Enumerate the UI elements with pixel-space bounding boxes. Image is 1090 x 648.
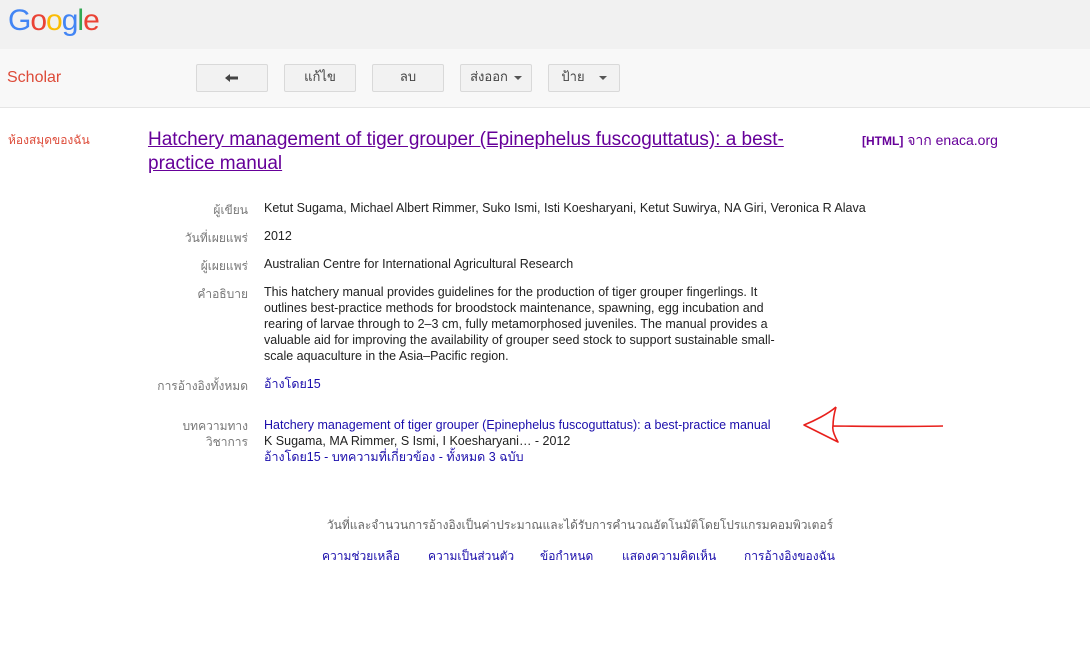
- source-format: [HTML]: [862, 134, 904, 148]
- chevron-down-icon: [598, 75, 607, 80]
- authors-value: Ketut Sugama, Michael Albert Rimmer, Suk…: [264, 201, 866, 215]
- scholar-article-links: อ้างโดย15 - บทความที่เกี่ยวข้อง - ทั้งหม…: [264, 449, 771, 465]
- cited-by-link[interactable]: อ้างโดย15: [264, 376, 321, 392]
- separator: -: [435, 450, 447, 464]
- separator: -: [320, 450, 332, 464]
- scholar-articles-label: บทความทาง วิชาการ: [148, 418, 248, 450]
- privacy-link[interactable]: ความเป็นส่วนตัว: [428, 547, 514, 566]
- my-library-link[interactable]: ห้องสมุดของฉัน: [8, 131, 90, 150]
- my-citations-link[interactable]: การอ้างอิงของฉัน: [744, 547, 835, 566]
- delete-button[interactable]: ลบ: [372, 64, 444, 92]
- export-button[interactable]: ส่งออก: [460, 64, 532, 92]
- logo-letter: o: [46, 4, 63, 37]
- description-value: This hatchery manual provides guidelines…: [264, 285, 775, 363]
- footer-note: วันที่และจำนวนการอ้างอิงเป็นค่าประมาณและ…: [326, 518, 834, 532]
- related-articles-link[interactable]: บทความที่เกี่ยวข้อง: [332, 450, 435, 464]
- publisher-label: ผู้เผยแพร่: [200, 259, 248, 273]
- delete-label: ลบ: [399, 70, 417, 85]
- logo-letter: e: [83, 4, 100, 37]
- red-hand-drawn-arrow-icon: [803, 406, 944, 443]
- scholar-cited-by-link[interactable]: อ้างโดย15: [264, 450, 321, 464]
- label-label: ป้าย: [561, 70, 585, 85]
- scholar-article-entry: Hatchery management of tiger grouper (Ep…: [264, 417, 771, 465]
- terms-link[interactable]: ข้อกำหนด: [540, 547, 593, 566]
- back-button[interactable]: [196, 64, 268, 92]
- scholar-link[interactable]: Scholar: [7, 69, 61, 87]
- scholar-articles-label-line2: วิชาการ: [205, 435, 248, 449]
- chevron-down-icon: [513, 75, 522, 80]
- edit-label: แก้ไข: [304, 70, 336, 85]
- logo-letter: o: [30, 4, 47, 37]
- help-link[interactable]: ความช่วยเหลือ: [322, 547, 400, 566]
- authors-label: ผู้เขียน: [213, 203, 248, 217]
- back-arrow-icon: [225, 73, 238, 82]
- google-logo[interactable]: Google: [8, 4, 100, 38]
- date-label: วันที่เผยแพร่: [184, 231, 248, 245]
- export-label: ส่งออก: [470, 70, 508, 85]
- feedback-link[interactable]: แสดงความคิดเห็น: [622, 547, 716, 566]
- description-label: คำอธิบาย: [197, 287, 248, 301]
- scholar-article-title-link[interactable]: Hatchery management of tiger grouper (Ep…: [264, 417, 771, 433]
- logo-letter: g: [61, 4, 79, 37]
- source-link[interactable]: [HTML] จาก enaca.org: [862, 130, 998, 152]
- article-title[interactable]: Hatchery management of tiger grouper (Ep…: [148, 128, 828, 176]
- toolbar: Scholar แก้ไข ลบ ส่งออก ป้าย: [0, 49, 1090, 108]
- logo-letter: G: [8, 4, 31, 37]
- date-value: 2012: [264, 229, 292, 243]
- all-versions-link[interactable]: ทั้งหมด 3 ฉบับ: [446, 450, 523, 464]
- publisher-value: Australian Centre for International Agri…: [264, 257, 574, 271]
- scholar-articles-label-line1: บทความทาง: [182, 419, 248, 433]
- citations-label: การอ้างอิงทั้งหมด: [157, 379, 248, 393]
- source-domain: จาก enaca.org: [903, 132, 998, 148]
- top-bar: Google: [0, 0, 1090, 49]
- scholar-article-authors: K Sugama, MA Rimmer, S Ismi, I Koesharya…: [264, 434, 571, 448]
- edit-button[interactable]: แก้ไข: [284, 64, 356, 92]
- label-button[interactable]: ป้าย: [548, 64, 620, 92]
